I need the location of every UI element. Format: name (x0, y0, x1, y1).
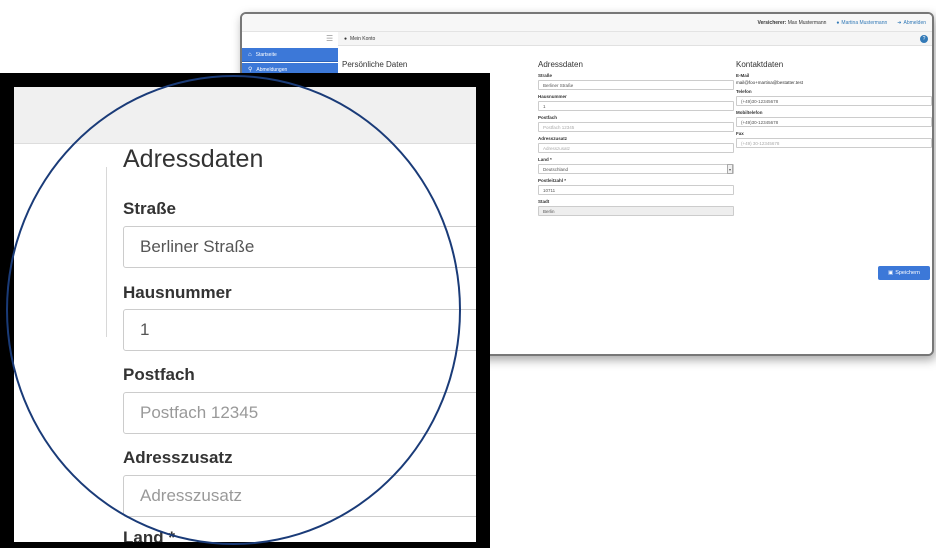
country-label: Land * (538, 157, 552, 162)
zoom-pobox-label: Postfach (123, 365, 195, 384)
personal-data-heading: Persönliche Daten (342, 60, 408, 69)
city-label: Stadt (538, 199, 550, 204)
advisor-name: Max Mustermann (787, 19, 827, 26)
zoom-house-number-input[interactable]: 1 (123, 309, 476, 351)
pobox-label: Postfach (538, 115, 558, 120)
address-heading: Adressdaten (538, 60, 583, 69)
zoom-street-label: Straße (123, 199, 176, 218)
country-value: Deutschland (543, 166, 569, 172)
house-number-input[interactable]: 1 (538, 101, 734, 111)
phone-input[interactable]: (+49)30-12345678 (736, 96, 932, 106)
user-link[interactable]: ● Martina Mustermann (836, 20, 887, 26)
email-label: E-Mail (736, 73, 750, 78)
sidebar-item-label: Abmeldungen (256, 66, 288, 73)
contact-column: Kontaktdaten E-Mail mail@foo+martina@bes… (736, 60, 932, 148)
zoom-header-band (14, 87, 476, 144)
menu-toggle-icon[interactable]: ☰ (326, 34, 333, 43)
home-icon: ⌂ (248, 51, 252, 58)
advisor-info: Versicherer: Max Mustermann (757, 20, 826, 26)
sidebar-item-startseite[interactable]: ⌂ Startseite (242, 48, 338, 62)
fax-label: Fax (736, 131, 744, 136)
save-button[interactable]: ▣ Speichern (878, 266, 930, 280)
zoom-address-addon-input[interactable]: Adresszusatz (123, 475, 476, 517)
pobox-input[interactable]: Postfach 12345 (538, 122, 734, 132)
zoom-country-label: Land * (123, 528, 175, 542)
country-select[interactable]: Deutschland ▾ (538, 164, 734, 174)
zoom-overlay: Adressdaten Straße Berliner Straße Hausn… (0, 73, 490, 548)
top-bar: Versicherer: Max Mustermann ● Martina Mus… (242, 14, 932, 32)
contact-heading: Kontaktdaten (736, 60, 784, 69)
sidebar-item-label: Startseite (255, 51, 277, 58)
address-addon-label: Adresszusatz (538, 136, 568, 141)
zoom-street-input[interactable]: Berliner Straße (123, 226, 476, 268)
phone-label: Telefon (736, 89, 752, 94)
email-value: mail@foo+martina@bestatter.test (736, 80, 804, 85)
logout-link[interactable]: ➜ Abmelden (897, 20, 926, 26)
street-label: Straße (538, 73, 553, 78)
search-icon: ⚲ (248, 67, 253, 73)
house-number-label: Hausnummer (538, 94, 567, 99)
fax-input[interactable]: (+49) 30-12345678 (736, 138, 932, 148)
advisor-label: Versicherer: (757, 19, 787, 26)
user-link-label: Martina Mustermann (841, 19, 888, 26)
help-icon[interactable]: ? (920, 35, 928, 43)
mobile-input[interactable]: (+49)30-12345678 (736, 117, 932, 127)
mobile-label: Mobiltelefon (736, 110, 763, 115)
zip-input[interactable]: 10711 (538, 185, 734, 195)
user-icon: ● (836, 19, 840, 26)
zip-label: Postleitzahl * (538, 178, 567, 183)
logout-icon: ➜ (897, 19, 902, 26)
column-divider (106, 167, 107, 337)
save-icon: ▣ (888, 270, 894, 276)
address-addon-input[interactable]: Adresszusatz (538, 143, 734, 153)
page-title: Mein Konto (350, 35, 376, 42)
breadcrumb: ● Mein Konto ? (338, 32, 932, 46)
save-button-label: Speichern (895, 270, 920, 276)
address-column: Adressdaten Straße Berliner Straße Hausn… (538, 60, 734, 216)
city-input: Berlin (538, 206, 734, 216)
user-icon: ● (344, 35, 348, 42)
zoom-address-heading: Adressdaten (123, 145, 264, 173)
zoom-house-number-label: Hausnummer (123, 283, 232, 302)
logout-label: Abmelden (903, 19, 926, 26)
dropdown-arrow-icon: ▾ (727, 164, 733, 174)
street-input[interactable]: Berliner Straße (538, 80, 734, 90)
zoom-content: Adressdaten Straße Berliner Straße Hausn… (14, 87, 476, 542)
zoom-address-addon-label: Adresszusatz (123, 448, 233, 467)
zoom-pobox-input[interactable]: Postfach 12345 (123, 392, 476, 434)
